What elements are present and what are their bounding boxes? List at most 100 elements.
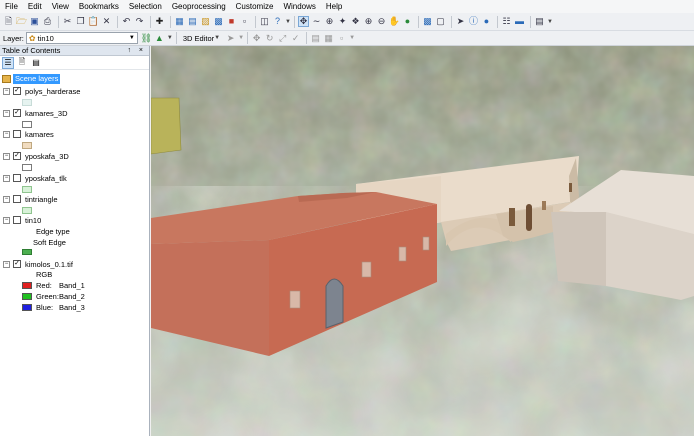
target-center-icon[interactable]: ⊕ (324, 16, 335, 27)
menu-customize[interactable]: Customize (236, 0, 274, 13)
layer-symbol-swatch[interactable] (22, 207, 32, 214)
sketch-icon[interactable]: ✓ (290, 33, 301, 44)
scene-layers-root[interactable]: Scene layers (2, 74, 61, 84)
layer-row-yposkafa-tlk[interactable]: − yposkafa_tlk (3, 173, 67, 183)
collapse-icon[interactable]: − (3, 195, 10, 203)
layer-row-yposkafa-3d[interactable]: − ✓ yposkafa_3D (3, 151, 69, 161)
edit-options-icon[interactable]: ▫ (336, 33, 347, 44)
scene-render[interactable] (151, 46, 694, 436)
layer-symbol-swatch[interactable] (22, 164, 32, 171)
layer-row-kamares-3d[interactable]: − ✓ kamares_3D (3, 108, 68, 118)
layer-checkbox[interactable]: ✓ (13, 152, 21, 160)
layer-row-polys-harderase[interactable]: − ✓ polys_harderase (3, 86, 80, 96)
layer-symbol-swatch[interactable] (22, 249, 32, 255)
layer-row-tin10[interactable]: − tin10 (3, 215, 41, 225)
layer-checkbox[interactable] (13, 216, 21, 224)
layer-row-kimolos-tif[interactable]: − ✓ kimolos_0.1.tif (3, 259, 73, 269)
toolbox-icon[interactable]: ■ (226, 16, 237, 27)
catalog-icon[interactable]: ▨ (200, 16, 211, 27)
list-by-visibility-icon[interactable]: ▤ (30, 57, 42, 69)
tin-contour-icon[interactable]: ⛓ (141, 33, 152, 44)
search-window-icon[interactable]: ▩ (213, 16, 224, 27)
fly-icon[interactable]: ∼ (311, 16, 322, 27)
layer-checkbox[interactable] (13, 174, 21, 182)
terrain-icon[interactable]: ▲ (154, 33, 165, 44)
hyperlink-icon[interactable]: ● (481, 16, 492, 27)
zoom-to-target-icon[interactable]: ✦ (337, 16, 348, 27)
set-observer-icon[interactable]: ❖ (350, 16, 361, 27)
layer-symbol-swatch[interactable] (22, 121, 32, 128)
chevron-down-icon[interactable]: ▼ (167, 35, 173, 41)
globe-icon[interactable]: ● (402, 16, 413, 27)
create-features-icon[interactable]: ▦ (323, 33, 334, 44)
menu-windows[interactable]: Windows (283, 0, 315, 13)
collapse-icon[interactable]: − (3, 260, 10, 268)
zoom-in-icon[interactable]: ⊕ (363, 16, 374, 27)
layer-checkbox[interactable]: ✓ (13, 87, 21, 95)
chevron-down-icon[interactable]: ▼ (349, 35, 355, 41)
layer-symbol-swatch[interactable] (22, 186, 32, 193)
scene-properties-icon[interactable]: ▦ (174, 16, 185, 27)
paste-icon[interactable]: 📋 (88, 16, 99, 27)
redo-icon[interactable]: ↷ (134, 16, 145, 27)
chevron-down-icon[interactable]: ▼ (547, 19, 553, 25)
stop-icon[interactable]: ▢ (435, 16, 446, 27)
collapse-icon[interactable]: − (3, 174, 10, 182)
menu-edit[interactable]: Edit (28, 0, 42, 13)
layer-row-kamares[interactable]: − kamares (3, 129, 54, 139)
chevron-down-icon[interactable]: ▼ (285, 19, 291, 25)
move-icon[interactable]: ✥ (251, 33, 262, 44)
navigate-icon[interactable]: ✥ (298, 16, 309, 27)
collapse-icon[interactable]: − (3, 152, 10, 160)
model-builder-icon[interactable]: ◫ (259, 16, 270, 27)
identify-icon[interactable]: ⓘ (468, 16, 479, 27)
undo-icon[interactable]: ↶ (121, 16, 132, 27)
list-by-drawing-order-icon[interactable]: ☰ (2, 56, 14, 69)
scale-icon[interactable]: ⤢ (277, 33, 288, 44)
full-extent-icon[interactable]: ▩ (422, 16, 433, 27)
open-icon[interactable]: 🗁 (16, 16, 27, 27)
attributes-icon[interactable]: ▤ (310, 33, 321, 44)
print-icon[interactable]: ⎙ (42, 16, 53, 27)
find-icon[interactable]: ☷ (501, 16, 512, 27)
rotate-icon[interactable]: ↻ (264, 33, 275, 44)
select-icon[interactable]: ➤ (455, 16, 466, 27)
layer-checkbox[interactable]: ✓ (13, 109, 21, 117)
toc-pin-close-buttons[interactable]: ↑ × (127, 46, 146, 56)
layer-checkbox[interactable] (13, 195, 21, 203)
edit-tool-icon[interactable]: ➤ (225, 33, 236, 44)
building-yellow[interactable] (151, 97, 182, 155)
add-data-icon[interactable]: ✚ (154, 16, 165, 27)
cut-icon[interactable]: ✂ (62, 16, 73, 27)
list-by-source-icon[interactable]: 🗎 (16, 57, 28, 69)
zoom-out-icon[interactable]: ⊖ (376, 16, 387, 27)
menu-help[interactable]: Help (326, 0, 342, 13)
delete-icon[interactable]: ✕ (101, 16, 112, 27)
table-icon[interactable]: ▤ (187, 16, 198, 27)
layer-dropdown[interactable]: ✿ tin10 ▼ (25, 32, 138, 44)
chevron-down-icon[interactable]: ▼ (238, 35, 244, 41)
measure-icon[interactable]: ▬ (514, 16, 525, 27)
layer-checkbox[interactable]: ✓ (13, 260, 21, 268)
collapse-icon[interactable]: − (3, 130, 10, 138)
new-icon[interactable]: 🗎 (3, 16, 14, 27)
menu-bookmarks[interactable]: Bookmarks (79, 0, 119, 13)
layer-row-tintriangle[interactable]: − tintriangle (3, 194, 58, 204)
collapse-icon[interactable]: − (3, 109, 10, 117)
python-icon[interactable]: ▫ (239, 16, 250, 27)
animation-icon[interactable]: ▤ (534, 16, 545, 27)
copy-icon[interactable]: ❐ (75, 16, 86, 27)
save-icon[interactable]: ▣ (29, 16, 40, 27)
menu-selection[interactable]: Selection (129, 0, 162, 13)
pan-icon[interactable]: ✋ (389, 16, 400, 27)
collapse-icon[interactable]: − (3, 87, 10, 95)
help-icon[interactable]: ? (272, 16, 283, 27)
layer-symbol-swatch[interactable] (22, 142, 32, 149)
menu-view[interactable]: View (52, 0, 69, 13)
collapse-icon[interactable]: − (3, 216, 10, 224)
layer-symbol-swatch[interactable] (22, 99, 32, 106)
menu-file[interactable]: File (5, 0, 18, 13)
scene-view[interactable] (151, 46, 694, 436)
menu-geoprocessing[interactable]: Geoprocessing (172, 0, 226, 13)
layer-checkbox[interactable] (13, 130, 21, 138)
